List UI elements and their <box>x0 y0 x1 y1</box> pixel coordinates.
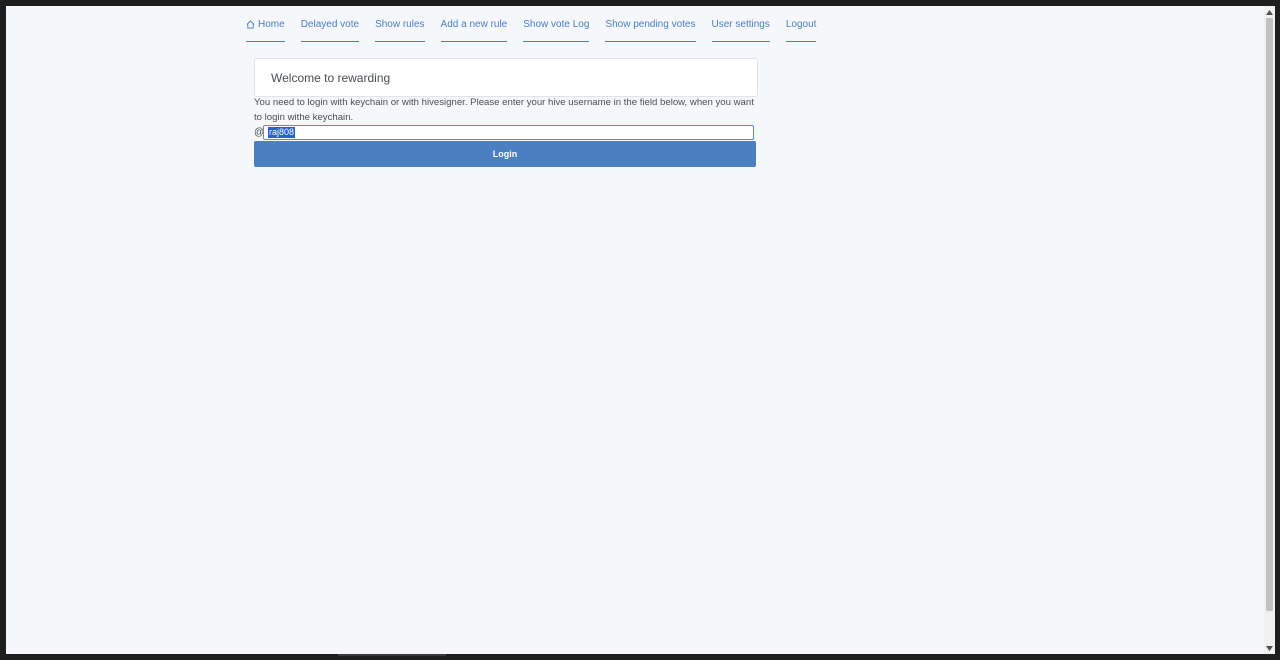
login-info-text: You need to login with keychain or with … <box>254 97 754 123</box>
nav-show-rules[interactable]: Show rules <box>375 18 425 42</box>
nav-home-label: Home <box>258 19 285 30</box>
nav-delayed-vote[interactable]: Delayed vote <box>300 18 360 42</box>
top-nav: Home Delayed vote Show rules Add a new r… <box>246 18 832 42</box>
nav-logout[interactable]: Logout <box>785 18 817 42</box>
vertical-scrollbar[interactable] <box>1264 6 1275 654</box>
username-value: raj808 <box>268 127 296 138</box>
welcome-card: Welcome to rewarding <box>254 58 758 97</box>
window-bottom-tab <box>338 654 446 656</box>
page-viewport: Home Delayed vote Show rules Add a new r… <box>6 6 1264 654</box>
nav-home[interactable]: Home <box>246 18 285 42</box>
scroll-up-icon[interactable] <box>1264 6 1275 18</box>
nav-user-settings[interactable]: User settings <box>711 18 770 42</box>
card-title: Welcome to rewarding <box>271 71 391 85</box>
nav-show-pending-votes[interactable]: Show pending votes <box>605 18 696 42</box>
home-icon <box>246 20 255 29</box>
nav-add-new-rule[interactable]: Add a new rule <box>440 18 508 42</box>
scroll-down-icon[interactable] <box>1264 642 1275 654</box>
nav-show-vote-log[interactable]: Show vote Log <box>523 18 590 42</box>
scrollbar-thumb[interactable] <box>1266 18 1273 611</box>
username-input[interactable]: raj808 <box>263 125 754 140</box>
window-bottom-bar <box>0 654 1280 660</box>
login-button[interactable]: Login <box>254 141 756 167</box>
